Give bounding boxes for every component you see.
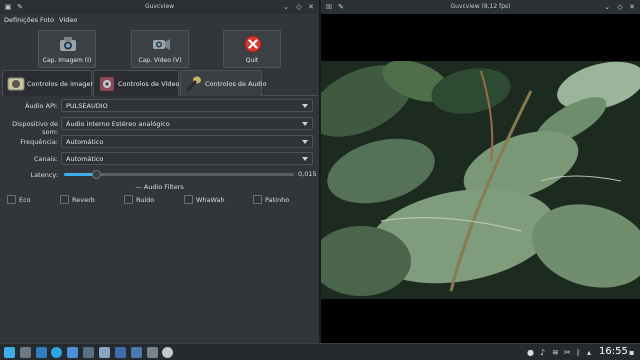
checkbox-box (124, 195, 133, 204)
checkbox-box (7, 195, 16, 204)
frequency-value: Automático (66, 138, 104, 146)
chevron-down-icon (302, 157, 308, 161)
guvcview-preview-window: ☒ ✎ Guvcview (8,12 fps) ⌄ ◇ ✕ (321, 0, 640, 343)
quit-button[interactable]: Quit (223, 30, 281, 68)
network-icon[interactable]: ● (527, 347, 534, 358)
bluetooth-icon[interactable]: ᛒ (576, 347, 581, 358)
filter-eco-label: Eco (19, 196, 31, 204)
document-icon[interactable] (99, 347, 110, 358)
video-camera-icon (153, 39, 170, 50)
sound-device-select[interactable]: Áudio interno Estéreo analógico (61, 117, 313, 130)
telegram-icon[interactable] (51, 347, 62, 358)
filter-reverb-label: Reverb (72, 196, 95, 204)
audio-api-select[interactable]: PULSEAUDIO (61, 99, 313, 112)
image-controls-icon (7, 77, 25, 91)
sound-device-label: Dispositivo de som: (12, 120, 58, 136)
chevron-down-icon (302, 104, 308, 108)
clock[interactable]: 16:55 (599, 346, 628, 357)
tab-audio-controls[interactable]: Controlos de Audio (180, 70, 267, 96)
audio-filters-title: Audio Filters (143, 183, 184, 191)
chevron-down-icon (302, 122, 308, 126)
webcam-icon[interactable] (162, 347, 173, 358)
checkbox-box (60, 195, 69, 204)
leaves-image (321, 61, 640, 299)
capture-video-button[interactable]: Cap. Vídeo (V) (131, 30, 189, 68)
video-controls-icon (100, 77, 114, 91)
tab-image-controls[interactable]: Controlos de imagem (2, 70, 97, 96)
window-title: Guvcview (8,12 fps) (450, 3, 511, 10)
menu-bar: Definições Foto Vídeo (0, 14, 319, 27)
audio-api-label: Áudio API: (24, 102, 58, 110)
capture-image-button[interactable]: Cap. Imagem (I) (38, 30, 96, 68)
tab-image-controls-label: Controlos de imagem (27, 80, 97, 88)
latency-slider[interactable] (64, 170, 294, 179)
menu-foto[interactable]: Foto (40, 16, 54, 24)
title-bar[interactable]: ▣ ✎ Guvcview ⌄ ◇ ✕ (0, 0, 319, 14)
title-bar[interactable]: ☒ ✎ Guvcview (8,12 fps) ⌄ ◇ ✕ (321, 0, 640, 14)
frequency-label: Frequência: (20, 138, 58, 146)
camera-icon (60, 37, 76, 51)
capture-video-label: Cap. Vídeo (V) (138, 57, 182, 64)
checkbox-box (184, 195, 193, 204)
latency-label: Latency: (30, 171, 58, 179)
filter-whawah-label: WhaWah (196, 196, 225, 204)
audio-api-value: PULSEAUDIO (66, 102, 108, 110)
menu-definicoes[interactable]: Definições (4, 16, 38, 24)
quit-label: Quit (245, 57, 259, 64)
video-preview[interactable] (321, 61, 640, 299)
guvcview-control-window: ▣ ✎ Guvcview ⌄ ◇ ✕ Definições Foto Vídeo… (0, 0, 320, 343)
maximize-icon[interactable]: ◇ (615, 2, 625, 12)
quit-icon (244, 35, 262, 53)
tab-bar: Controlos de imagem Controlos de Vídeo C… (2, 70, 318, 96)
browser-icon[interactable] (67, 347, 78, 358)
folder-icon[interactable] (36, 347, 47, 358)
tab-audio-controls-label: Controlos de Audio (205, 80, 267, 88)
wifi-icon[interactable]: ≋ (552, 347, 559, 358)
clipboard-icon[interactable]: ✂ (564, 347, 571, 358)
chevron-down-icon (302, 140, 308, 144)
capture-image-label: Cap. Imagem (I) (42, 57, 92, 64)
window-title: Guvcview (144, 3, 175, 10)
app-launcher-icon[interactable] (4, 347, 15, 358)
checkbox-box (253, 195, 262, 204)
close-icon[interactable]: ✕ (627, 2, 637, 12)
show-desktop-icon[interactable]: ▪ (629, 347, 634, 358)
channels-select[interactable]: Automático (61, 152, 313, 165)
filter-patinho-label: Patinho (265, 196, 290, 204)
latency-value: 0,015 (298, 170, 317, 178)
tab-video-controls-label: Controlos de Vídeo (118, 80, 180, 88)
latency-slider-handle[interactable] (92, 170, 102, 179)
volume-icon[interactable]: ♪ (540, 347, 545, 358)
expand-tray-icon[interactable]: ▴ (587, 347, 591, 358)
taskbar: ● ♪ ≋ ✂ ᛒ ▴ 16:55 ▪ (0, 343, 640, 360)
menu-video[interactable]: Vídeo (59, 16, 77, 24)
image-viewer-icon[interactable] (115, 347, 126, 358)
close-icon[interactable]: ✕ (306, 2, 316, 12)
chevron-down-icon[interactable]: ⌄ (281, 2, 291, 12)
desktop-pager-icon[interactable] (20, 347, 31, 358)
sound-device-value: Áudio interno Estéreo analógico (66, 120, 170, 128)
frequency-select[interactable]: Automático (61, 135, 313, 148)
store-icon[interactable] (131, 347, 142, 358)
audio-filters-heading: — Audio Filters (135, 183, 184, 191)
tab-video-controls[interactable]: Controlos de Vídeo (93, 70, 179, 96)
channels-value: Automático (66, 155, 104, 163)
filter-ruido-label: Ruído (136, 196, 155, 204)
channels-label: Canais: (33, 155, 58, 163)
chevron-down-icon[interactable]: ⌄ (602, 2, 612, 12)
terminal-icon[interactable] (83, 347, 94, 358)
settings-icon[interactable] (147, 347, 158, 358)
maximize-icon[interactable]: ◇ (294, 2, 304, 12)
microphone-icon (186, 76, 201, 92)
